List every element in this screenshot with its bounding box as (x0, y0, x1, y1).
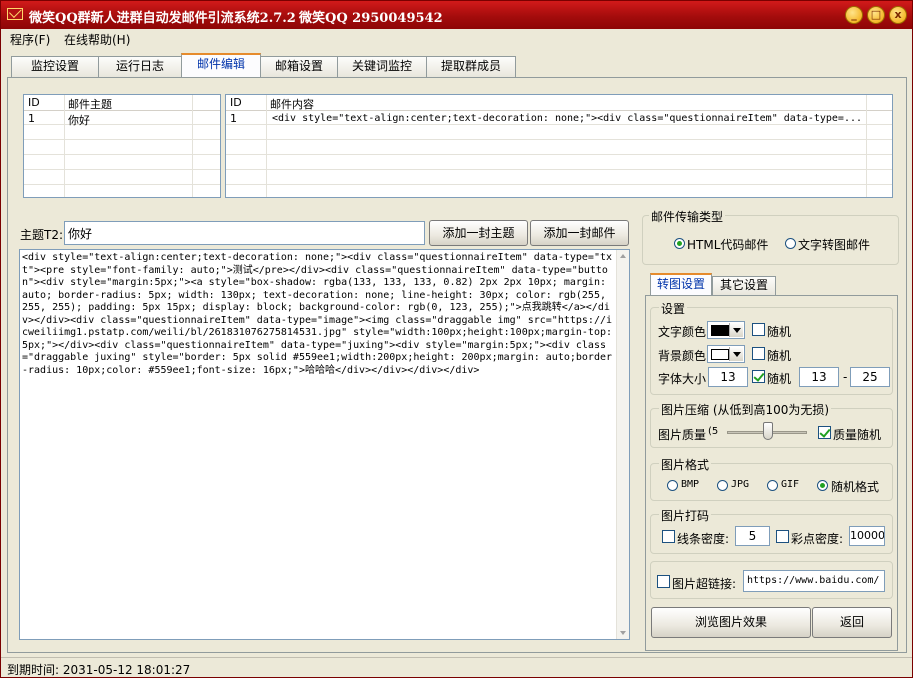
back-button[interactable]: 返回 (812, 607, 892, 638)
content-grid-content-header: 邮件内容 (270, 98, 314, 111)
format-title: 图片格式 (659, 456, 712, 473)
format-jpg-radio[interactable] (717, 480, 728, 491)
format-random-label[interactable]: 随机格式 (831, 478, 879, 495)
menu-bar: 程序(F) 在线帮助(H) (1, 29, 912, 49)
maximize-button[interactable]: □ (867, 6, 885, 24)
font-min-input[interactable]: 13 (799, 367, 839, 387)
add-mail-button[interactable]: 添加一封邮件 (530, 220, 629, 246)
line-density-checkbox[interactable] (662, 530, 675, 543)
bg-color-swatch (711, 349, 729, 360)
settings-title: 设置 (659, 300, 688, 317)
format-bmp-radio[interactable] (667, 480, 678, 491)
image-link-checkbox[interactable] (657, 575, 670, 588)
subject-label: 主题T2: (20, 228, 64, 242)
html-mail-label[interactable]: HTML代码邮件 (687, 236, 768, 253)
editor-scrollbar[interactable] (616, 250, 629, 639)
menu-help[interactable]: 在线帮助(H) (64, 31, 130, 48)
text-color-random-label: 随机 (767, 325, 792, 339)
tab-image-settings[interactable]: 转图设置 (650, 273, 712, 295)
quality-label: 图片质量 (658, 428, 707, 442)
menu-program[interactable]: 程序(F) (10, 31, 50, 48)
format-random-radio[interactable] (817, 480, 828, 491)
table-row[interactable]: 1 你好 (24, 111, 220, 127)
content-grid-header: ID 邮件内容 (226, 95, 892, 111)
chevron-down-icon[interactable] (729, 323, 743, 337)
quality-random-label: 质量随机 (833, 428, 882, 442)
main-window: 微笑QQ群新人进群自动发邮件引流系统2.7.2 微笑QQ 2950049542 … (0, 0, 913, 678)
text-image-label[interactable]: 文字转图邮件 (798, 236, 870, 253)
bg-color-label: 背景颜色 (658, 349, 707, 363)
line-density-label: 线条密度: (677, 532, 730, 546)
tab-extract-members[interactable]: 提取群成员 (426, 56, 516, 77)
subject-grid[interactable]: ID 邮件主题 1 你好 (23, 94, 221, 198)
main-tabs: 监控设置 运行日志 邮件编辑 邮箱设置 关键词监控 提取群成员 (1, 53, 912, 78)
format-gif-label[interactable]: GIF (781, 479, 799, 490)
tab-mailbox-settings[interactable]: 邮箱设置 (260, 56, 338, 77)
close-button[interactable]: x (889, 6, 907, 24)
font-size-label: 字体大小 (658, 372, 707, 386)
table-row[interactable]: 1 <div style="text-align:center;text-dec… (226, 111, 892, 125)
quality-value: (5 (708, 426, 719, 437)
format-gif-radio[interactable] (767, 480, 778, 491)
text-color-label: 文字颜色 (658, 325, 707, 339)
status-bar: 到期时间: 2031-05-12 18:01:27 (1, 657, 912, 677)
mail-app-icon (7, 8, 23, 20)
text-color-picker[interactable] (707, 321, 745, 339)
tab-mail-edit[interactable]: 邮件编辑 (181, 53, 261, 78)
noise-title: 图片打码 (659, 507, 712, 524)
font-random-label: 随机 (767, 372, 792, 386)
tab-keyword-monitor[interactable]: 关键词监控 (337, 56, 427, 77)
subject-row-id: 1 (28, 112, 35, 125)
font-random-checkbox[interactable] (752, 370, 765, 383)
format-jpg-label[interactable]: JPG (731, 479, 749, 490)
window-title: 微笑QQ群新人进群自动发邮件引流系统2.7.2 (29, 11, 296, 26)
image-link-input[interactable]: https://www.baidu.com/ (743, 570, 885, 592)
content-row-content: <div style="text-align:center;text-decor… (272, 113, 863, 124)
line-density-input[interactable]: 5 (735, 526, 770, 546)
title-bar[interactable]: 微笑QQ群新人进群自动发邮件引流系统2.7.2 微笑QQ 2950049542 … (1, 1, 912, 29)
bg-color-picker[interactable] (707, 345, 745, 363)
bg-color-random-label: 随机 (767, 349, 792, 363)
format-bmp-label[interactable]: BMP (681, 479, 699, 490)
html-mail-radio[interactable] (674, 238, 685, 249)
dot-density-checkbox[interactable] (776, 530, 789, 543)
font-max-input[interactable]: 25 (850, 367, 890, 387)
subject-grid-subject-header: 邮件主题 (68, 98, 112, 111)
image-link-label: 图片超链接: (672, 577, 737, 591)
minimize-button[interactable]: _ (845, 6, 863, 24)
dot-density-input[interactable]: 10000 (849, 526, 885, 546)
window-qq: 微笑QQ 2950049542 (299, 11, 443, 26)
content-row-id: 1 (230, 112, 237, 125)
bg-color-random-checkbox[interactable] (752, 347, 765, 360)
subject-grid-header: ID 邮件主题 (24, 95, 220, 111)
mail-body-text: <div style="text-align:center;text-decor… (22, 252, 613, 376)
subject-input[interactable]: 你好 (64, 221, 425, 245)
content-grid[interactable]: ID 邮件内容 1 <div style="text-align:center;… (225, 94, 893, 198)
font-size-input[interactable]: 13 (708, 367, 748, 387)
expire-time: 到期时间: 2031-05-12 18:01:27 (7, 663, 191, 677)
preview-image-button[interactable]: 浏览图片效果 (651, 607, 811, 638)
tab-run-log[interactable]: 运行日志 (98, 56, 182, 77)
text-color-swatch (711, 325, 729, 336)
dot-density-label: 彩点密度: (791, 532, 844, 546)
add-subject-button[interactable]: 添加一封主题 (429, 220, 528, 246)
chevron-down-icon[interactable] (729, 347, 743, 361)
quality-random-checkbox[interactable] (818, 426, 831, 439)
subject-grid-id-header: ID (28, 96, 40, 109)
compress-title: 图片压缩 (从低到高100为无损) (659, 401, 832, 418)
quality-slider-handle[interactable] (763, 422, 773, 440)
transfer-type-title: 邮件传输类型 (649, 208, 726, 225)
tab-monitor-settings[interactable]: 监控设置 (11, 56, 99, 77)
mail-body-editor[interactable]: <div style="text-align:center;text-decor… (19, 249, 630, 640)
content-grid-id-header: ID (230, 96, 242, 109)
tab-other-settings[interactable]: 其它设置 (712, 276, 776, 295)
text-image-radio[interactable] (785, 238, 796, 249)
range-separator: - (843, 370, 848, 384)
text-color-random-checkbox[interactable] (752, 323, 765, 336)
